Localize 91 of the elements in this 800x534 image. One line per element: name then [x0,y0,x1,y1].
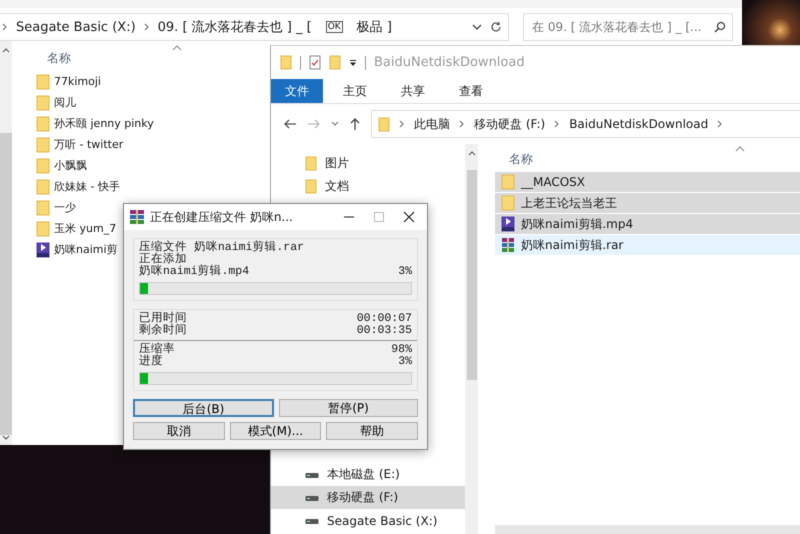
status-text: 正在添加 [139,254,187,266]
file-item[interactable]: 欣妹妹 - 快手 [34,176,154,197]
file-item[interactable]: 77kimoji [34,71,154,92]
drive-icon [305,470,319,478]
dialog-title: 正在创建压缩文件 奶咪n... [150,208,293,226]
dialog-button[interactable]: 后台(B) [133,399,274,417]
file-item[interactable]: 孙禾颐 jenny pinky [34,113,154,134]
address-bar[interactable]: 此电脑 移动硬盘 (F:) BaiduNetdiskDownload [371,110,800,138]
scroll-up-icon[interactable] [468,150,476,156]
address-segment[interactable]: 此电脑 [414,116,450,132]
stat-value: 3% [398,356,412,368]
file-item[interactable]: 阅儿 [34,92,154,113]
stat-label: 剩余时间 [139,325,187,337]
archive-name: 压缩文件 奶咪naimi剪辑.rar [139,242,306,254]
chevron-icon [144,23,150,31]
nav-item[interactable]: 文档 [271,175,465,198]
folder-icon [305,156,317,171]
scroll-thumb[interactable] [466,170,476,380]
customize-dropdown-icon[interactable] [349,58,357,66]
archive-icon [501,237,515,253]
dialog-button[interactable]: 暂停(P) [279,399,418,417]
column-header[interactable]: 名称 [509,150,533,168]
folder-icon [36,94,50,110]
chevron-icon [717,120,724,128]
video-file-icon [501,216,515,232]
dropdown-icon[interactable] [472,22,482,32]
dialog-button[interactable]: 帮助 [326,422,418,440]
nav-item[interactable]: 图片 [271,152,465,175]
dialog-button[interactable]: 取消 [133,422,225,440]
stat-value: 98% [391,344,412,356]
recent-dropdown-icon[interactable] [331,121,339,127]
folder-icon [501,195,515,211]
stat-label: 压缩率 [139,344,175,356]
search-field[interactable]: 在 09. [ 流水落花春去也 ] _ [... [523,13,733,41]
file-percent: 3% [398,266,412,278]
stat-value: 00:00:07 [356,313,412,325]
scrollbar[interactable] [465,144,478,534]
scrollbar[interactable] [0,41,12,445]
nav-item[interactable]: 本地磁盘 (E:) [271,463,465,486]
chevron-icon [459,120,465,128]
refresh-icon[interactable] [490,21,502,33]
nav-item[interactable]: Seagate Basic (X:) [271,509,465,532]
folder-icon [378,116,390,132]
folder-icon [501,174,515,190]
column-header[interactable]: 名称 [47,50,71,66]
folder-badge: OK [326,21,343,33]
scroll-down-icon[interactable] [2,435,10,441]
address-segment[interactable]: 极品 ] [356,18,392,36]
folder-icon [36,74,50,90]
folder-icon [36,220,50,236]
file-row[interactable]: 奶咪naimi剪辑.rar [495,235,800,256]
folder-icon [36,116,50,132]
properties-icon[interactable] [309,55,321,70]
folder-icon [36,178,50,194]
up-arrow-icon[interactable] [349,117,361,131]
address-bar[interactable]: Seagate Basic (X:) 09. [ 流水落花春去也 ] _ [ OK 极品 ] [0,13,509,41]
scrollbar[interactable] [495,525,800,534]
chevron-icon [554,120,560,128]
nav-item[interactable]: 移动硬盘 (F:) [271,486,465,509]
address-segment[interactable]: 移动硬盘 (F:) [474,116,546,132]
window-title: BaiduNetdiskDownload [374,55,525,70]
file-row[interactable]: 上老王论坛当老王 [495,193,800,214]
search-icon [714,21,726,33]
stat-label: 进度 [139,356,163,368]
current-file: 奶咪naimi剪辑.mp4 [139,266,250,278]
file-item[interactable]: 小飘飘 [34,155,154,176]
folder-icon [36,200,50,216]
chevron-icon [399,120,405,128]
file-item[interactable]: 万听 - twitter [34,134,154,155]
close-icon[interactable] [403,211,415,223]
scroll-up-icon[interactable] [2,47,10,53]
drive-icon [305,516,319,524]
back-arrow-icon[interactable] [283,118,297,130]
ribbon-tab[interactable]: 文件 [271,79,323,103]
scroll-thumb[interactable] [0,133,12,435]
file-row[interactable]: __MACOSX [495,172,800,193]
folder-icon [36,158,50,174]
file-row[interactable]: 奶咪naimi剪辑.mp4 [495,214,800,235]
folder-icon [280,55,292,70]
drive-icon [305,494,319,502]
chevron-icon [2,23,8,31]
address-segment[interactable]: 09. [ 流水落花春去也 ] _ [ [158,18,312,36]
folder-icon [36,136,50,152]
address-segment[interactable]: Seagate Basic (X:) [16,20,136,34]
stat-value: 00:03:35 [356,325,412,337]
video-file-icon [36,242,50,258]
stat-label: 已用时间 [139,313,187,325]
archive-icon [129,209,145,225]
address-segment[interactable]: BaiduNetdiskDownload [569,117,708,131]
dialog-button[interactable]: 模式(M)... [230,422,322,440]
folder-icon [305,179,317,194]
